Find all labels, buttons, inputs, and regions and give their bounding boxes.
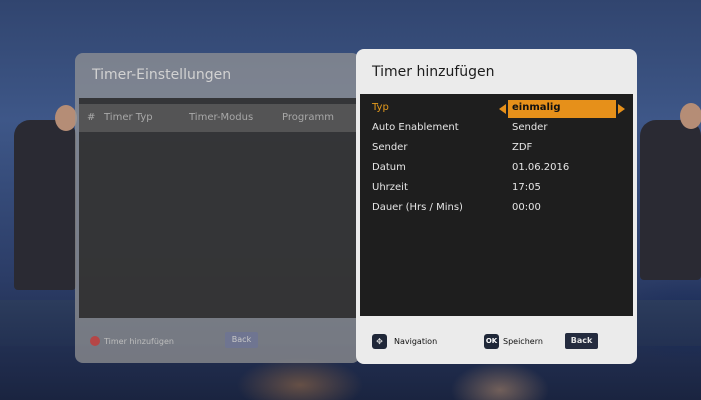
bg-person-left (14, 120, 76, 290)
row-typ[interactable]: Typ einmalig (360, 100, 633, 118)
col-timer-type: Timer Typ (104, 112, 153, 123)
add-timer-title: Timer hinzufügen (372, 64, 495, 80)
navigation-keys-icon: ✥ (372, 334, 387, 349)
row-sender-label: Sender (372, 142, 408, 153)
timer-list: # Timer Typ Timer-Modus Programm (79, 98, 356, 318)
add-timer-dialog: Timer hinzufügen Typ einmalig Auto Enabl… (356, 49, 637, 364)
add-timer-form: Typ einmalig Auto Enablement Sender Send… (360, 94, 633, 316)
col-program: Programm (282, 112, 334, 123)
row-auto-enablement-value: Sender (512, 122, 548, 133)
col-number: # (87, 112, 96, 123)
timer-settings-dialog: Timer-Einstellungen # Timer Typ Timer-Mo… (75, 53, 360, 363)
row-uhrzeit-value: 17:05 (512, 182, 541, 193)
typ-selector[interactable]: einmalig (508, 100, 616, 118)
arrow-right-icon[interactable] (618, 104, 625, 114)
row-auto-enablement[interactable]: Auto Enablement Sender (360, 120, 633, 138)
row-auto-enablement-label: Auto Enablement (372, 122, 459, 133)
row-typ-value: einmalig (512, 102, 561, 113)
row-typ-label: Typ (372, 102, 389, 113)
timer-settings-footer: Timer hinzufügen Back (75, 321, 360, 363)
save-hint[interactable]: Speichern (503, 337, 543, 346)
ok-key-icon[interactable]: OK (484, 334, 499, 349)
timer-list-header: # Timer Typ Timer-Modus Programm (79, 104, 356, 132)
arrow-left-icon[interactable] (499, 104, 506, 114)
row-datum-value: 01.06.2016 (512, 162, 570, 173)
bg-head-left (55, 105, 77, 131)
add-timer-footer: ✥ Navigation OK Speichern Back (356, 319, 637, 364)
row-uhrzeit[interactable]: Uhrzeit 17:05 (360, 180, 633, 198)
timer-settings-title: Timer-Einstellungen (92, 67, 232, 83)
right-back-button[interactable]: Back (565, 333, 598, 349)
red-key-icon (90, 336, 100, 346)
bg-head-right (680, 103, 701, 129)
row-dauer-label: Dauer (Hrs / Mins) (372, 202, 463, 213)
row-sender[interactable]: Sender ZDF (360, 140, 633, 158)
row-datum[interactable]: Datum 01.06.2016 (360, 160, 633, 178)
row-dauer-value: 00:00 (512, 202, 541, 213)
row-sender-value: ZDF (512, 142, 533, 153)
bg-person-right (640, 120, 701, 280)
left-back-button[interactable]: Back (225, 332, 258, 348)
row-dauer[interactable]: Dauer (Hrs / Mins) 00:00 (360, 200, 633, 218)
row-datum-label: Datum (372, 162, 406, 173)
col-timer-mode: Timer-Modus (189, 112, 254, 123)
row-uhrzeit-label: Uhrzeit (372, 182, 408, 193)
add-timer-hint[interactable]: Timer hinzufügen (104, 337, 174, 346)
navigation-hint: Navigation (394, 337, 438, 346)
